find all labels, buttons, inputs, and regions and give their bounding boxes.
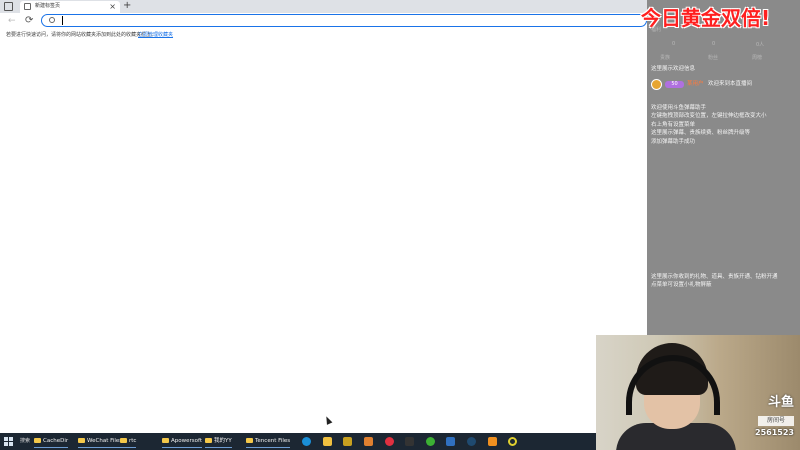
taskbar: 搜索 CacheDir WeChat Files rtc Apowersoft … (0, 433, 596, 450)
mouse-cursor-icon (323, 415, 333, 425)
app-icon[interactable] (364, 437, 373, 446)
reload-icon[interactable]: ⟳ (25, 14, 33, 27)
promo-banner: 今日黄金双倍! (641, 6, 771, 30)
panel-tab-noble[interactable]: 贵族 (660, 54, 670, 61)
gift-line: 这里展示你收到的礼物、道具、贵族开通、钻粉开通 (651, 274, 778, 280)
taskbar-item[interactable]: Apowersoft (162, 435, 202, 448)
douyu-app-icon[interactable] (488, 437, 497, 446)
panel-tab-fans[interactable]: 粉丝 (708, 54, 718, 61)
search-icon (49, 17, 55, 23)
help-line: 左键拖拽顶部改变位置，左键拉伸边框改变大小 (651, 113, 767, 119)
browser-toolbar: ← ⟳ (0, 13, 647, 30)
help-line: 欢迎使用斗鱼弹幕助手 (651, 105, 707, 111)
panel-stat-1: 0 (672, 41, 676, 47)
tab-strip: 新建标签页 × + (0, 0, 647, 13)
app-icon[interactable] (508, 437, 517, 446)
steam-icon[interactable] (467, 437, 476, 446)
browser-window: 新建标签页 × + ← ⟳ 若要进行快速访问，请将你的网站收藏夹添加到此处的收藏… (0, 0, 647, 433)
panel-stat-2: 0 (712, 41, 716, 47)
user-name[interactable]: 某用户 (687, 81, 704, 88)
gift-line: 点菜单可设置小礼物屏蔽 (651, 282, 712, 288)
window-menu-icon[interactable] (4, 2, 13, 11)
app-icon[interactable] (343, 437, 352, 446)
webcam-overlay: 斗鱼 房间号 2561523 (596, 335, 800, 450)
favorites-hint: 若要进行快速访问，请将你的网站收藏夹添加到此处的收藏夹栏上。 (6, 32, 157, 38)
douyu-logo: 斗鱼 (767, 395, 794, 410)
address-bar[interactable] (41, 14, 647, 27)
taskbar-item[interactable]: rtc (120, 435, 137, 448)
help-line: 这里展示弹幕、贵族续费、粉丝牌升级等 (651, 130, 751, 136)
edge-icon[interactable] (302, 437, 311, 446)
netease-music-icon[interactable] (385, 437, 394, 446)
wechat-icon[interactable] (426, 437, 435, 446)
tab-new-tab[interactable]: 新建标签页 × (20, 1, 120, 13)
folder-icon (78, 438, 85, 443)
favorites-bar: 若要进行快速访问，请将你的网站收藏夹添加到此处的收藏夹栏上。 立即管理收藏夹 (0, 30, 647, 40)
room-number: 2561523 (755, 428, 794, 437)
taskbar-item[interactable]: WeChat Files (78, 435, 123, 448)
taskbar-item[interactable]: 我的YY (205, 435, 232, 448)
folder-icon (205, 438, 212, 443)
manage-favorites-link[interactable]: 立即管理收藏夹 (138, 31, 173, 38)
folder-icon (120, 438, 127, 443)
close-tab-icon[interactable]: × (109, 1, 116, 12)
new-tab-button[interactable]: + (123, 0, 131, 12)
folder-icon (162, 438, 169, 443)
user-level-badge: 50 (665, 81, 684, 88)
app-icon[interactable] (446, 437, 455, 446)
panel-stat-3: 0人 (756, 42, 765, 48)
address-input[interactable] (62, 16, 622, 25)
folder-icon (34, 438, 41, 443)
taskbar-item[interactable]: CacheDir (34, 435, 69, 448)
file-explorer-icon[interactable] (323, 437, 332, 446)
screen: 新建标签页 × + ← ⟳ 若要进行快速访问，请将你的网站收藏夹添加到此处的收藏… (0, 0, 800, 450)
panel-notice: 这里展示欢迎信息 (651, 66, 696, 72)
user-message: 欢迎来到本直播间 (708, 81, 753, 87)
folder-icon (246, 438, 253, 443)
taskbar-search[interactable]: 搜索 (20, 437, 30, 444)
back-icon[interactable]: ← (8, 15, 16, 27)
tiktok-icon[interactable] (405, 437, 414, 446)
tab-title: 新建标签页 (35, 3, 61, 9)
user-badge-icon (651, 79, 662, 90)
panel-tab-welfare[interactable]: 福利 (651, 26, 661, 33)
help-line: 右上角有设置菜单 (651, 122, 696, 128)
help-line: 添加弹幕助手成功 (651, 139, 696, 145)
panel-tab-weekly[interactable]: 周榜 (752, 54, 762, 61)
windows-start-icon[interactable] (4, 437, 13, 446)
taskbar-item[interactable]: Tencent Files (246, 435, 291, 448)
room-label: 房间号 (758, 416, 794, 426)
page-icon (24, 3, 31, 10)
